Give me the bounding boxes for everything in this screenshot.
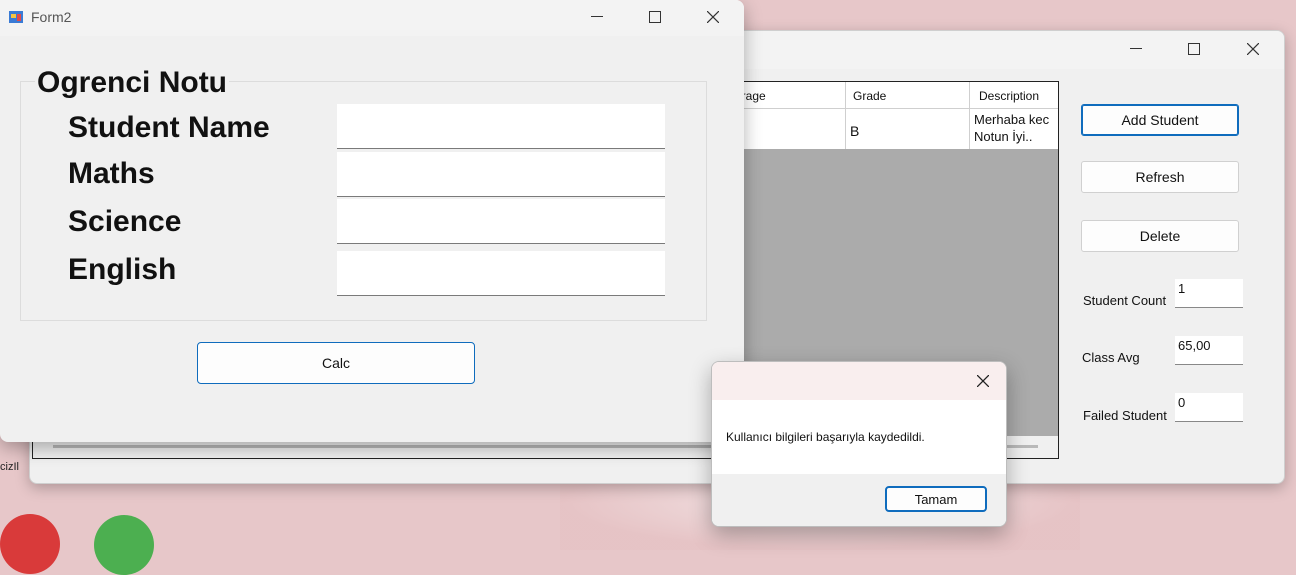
- desktop-icon-green[interactable]: [94, 515, 154, 575]
- student-name-input[interactable]: [337, 104, 665, 149]
- maximize-icon[interactable]: [632, 1, 678, 33]
- refresh-button[interactable]: Refresh: [1081, 161, 1239, 193]
- groupbox-title: Ogrenci Notu: [35, 66, 230, 100]
- column-grade[interactable]: Grade: [853, 89, 886, 103]
- class-avg-field[interactable]: 65,00: [1175, 336, 1243, 365]
- ok-button[interactable]: Tamam: [885, 486, 987, 512]
- maths-label: Maths: [68, 157, 155, 190]
- student-count-field[interactable]: 1: [1175, 279, 1243, 308]
- column-description[interactable]: Description: [979, 89, 1039, 103]
- science-input[interactable]: [337, 199, 665, 244]
- message-box-titlebar[interactable]: [712, 362, 1006, 400]
- close-icon[interactable]: [960, 365, 1006, 397]
- form2-titlebar[interactable]: Form2: [0, 0, 744, 36]
- form2-title: Form2: [31, 9, 72, 25]
- message-box-footer: Tamam: [712, 474, 1006, 526]
- app-icon: [8, 9, 24, 25]
- student-count-label: Student Count: [1083, 293, 1167, 308]
- class-avg-label: Class Avg: [1082, 350, 1140, 365]
- desktop-icon-red[interactable]: [0, 514, 60, 574]
- english-input[interactable]: [337, 251, 665, 296]
- delete-button[interactable]: Delete: [1081, 220, 1239, 252]
- form2-window: Form2 Ogrenci Notu Student Name Maths Sc…: [0, 0, 744, 442]
- maximize-icon[interactable]: [1171, 33, 1217, 65]
- cell-description-line1[interactable]: Merhaba kec: [974, 112, 1056, 127]
- failed-student-field[interactable]: 0: [1175, 393, 1243, 422]
- minimize-icon[interactable]: [574, 1, 620, 33]
- close-icon[interactable]: [690, 1, 736, 33]
- desktop-icon-label: cizIl: [0, 461, 19, 473]
- cell-grade[interactable]: B: [850, 123, 859, 139]
- close-icon[interactable]: [1230, 33, 1276, 65]
- calc-button[interactable]: Calc: [197, 342, 475, 384]
- cell-description-line2[interactable]: Notun İyi..: [974, 129, 1033, 144]
- message-text: Kullanıcı bilgileri başarıyla kaydedildi…: [726, 430, 925, 444]
- maths-input[interactable]: [337, 152, 665, 197]
- message-box: Kullanıcı bilgileri başarıyla kaydedildi…: [711, 361, 1007, 527]
- failed-student-label: Failed Student: [1083, 408, 1167, 423]
- english-label: English: [68, 253, 177, 286]
- science-label: Science: [68, 205, 182, 238]
- add-student-button[interactable]: Add Student: [1081, 104, 1239, 136]
- student-name-label: Student Name: [68, 111, 270, 144]
- minimize-icon[interactable]: [1113, 33, 1159, 65]
